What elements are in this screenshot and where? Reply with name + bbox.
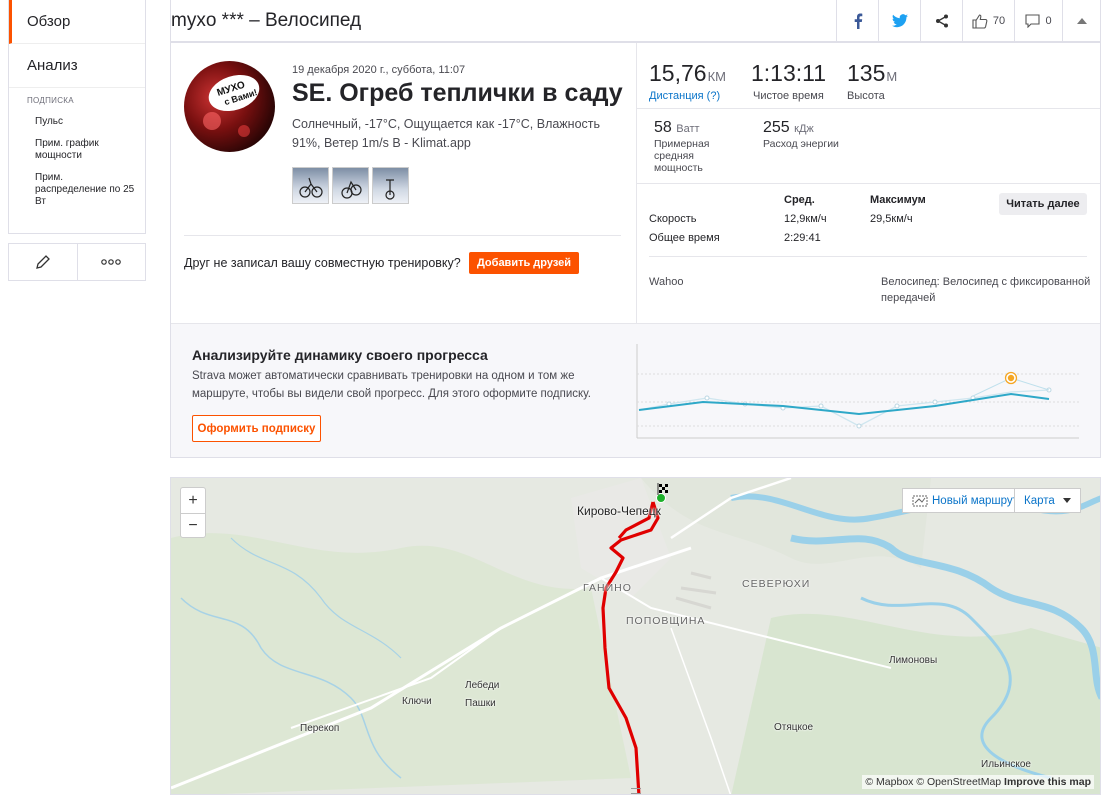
map-attribution: © Mapbox © OpenStreetMap Improve this ma… bbox=[862, 775, 1094, 789]
table-row-avg: 12,9км/ч bbox=[784, 213, 827, 225]
new-route-button[interactable]: Новый маршрут bbox=[902, 488, 1028, 513]
twitter-icon bbox=[891, 14, 908, 28]
zoom-out-button[interactable]: − bbox=[181, 513, 205, 538]
attribution-osm[interactable]: © OpenStreetMap bbox=[916, 776, 1001, 788]
map-type-select[interactable]: Карта bbox=[1014, 488, 1081, 513]
collapse-button[interactable] bbox=[1062, 0, 1101, 42]
facebook-icon bbox=[854, 13, 862, 29]
map-label-severyukhi: СЕВЕРЮХИ bbox=[742, 578, 811, 590]
sidebar-actions bbox=[8, 243, 146, 281]
twitter-share-button[interactable] bbox=[878, 0, 920, 42]
map-label-ilinskoe: Ильинское bbox=[981, 759, 1031, 770]
map-label-povoshchina: ПОПОВЩИНА bbox=[626, 615, 706, 627]
device-name: Wahoo bbox=[649, 276, 684, 288]
share-button[interactable] bbox=[920, 0, 962, 42]
stat-elevation-label: Высота bbox=[847, 90, 885, 102]
read-more-button[interactable]: Читать далее bbox=[999, 193, 1087, 215]
comment-icon bbox=[1025, 14, 1040, 28]
zoom-in-button[interactable]: + bbox=[181, 488, 205, 513]
divider bbox=[636, 108, 1100, 109]
map-label-pashki: Пашки bbox=[465, 698, 496, 709]
subscribe-button[interactable]: Оформить подписку bbox=[192, 415, 321, 442]
table-header-avg: Сред. bbox=[784, 194, 815, 206]
photo-thumbnail[interactable] bbox=[292, 167, 329, 204]
stat-moving-time: 1:13:11 bbox=[751, 60, 827, 86]
table-row-avg: 2:29:41 bbox=[784, 232, 821, 244]
map-label-ganino: ГАНИНО bbox=[583, 582, 632, 594]
activity-summary-card: МУХО с Вами! 19 декабря 2020 г., суббота… bbox=[170, 42, 1101, 458]
comments-count: 0 bbox=[1045, 15, 1052, 27]
activity-type: Велосипед bbox=[264, 10, 362, 31]
table-row-max: 29,5км/ч bbox=[870, 213, 913, 225]
thumbs-up-icon bbox=[972, 13, 988, 29]
stat-power-label: Примерная средняя мощность bbox=[654, 138, 710, 174]
kudos-count: 70 bbox=[992, 15, 1006, 27]
stat-energy: 255 кДж bbox=[763, 119, 814, 136]
title-separator: – bbox=[243, 10, 265, 31]
map-label-lebedi: Лебеди bbox=[465, 680, 500, 691]
zoom-controls: + − bbox=[180, 487, 206, 538]
share-icon bbox=[935, 14, 948, 28]
stat-power: 58 Ватт bbox=[654, 119, 700, 136]
route-line bbox=[601, 501, 660, 794]
activity-title: SE. Огреб теплички в саду bbox=[292, 79, 623, 107]
promo-title: Анализируйте динамику своего прогресса bbox=[192, 347, 488, 363]
attribution-mapbox[interactable]: © Mapbox bbox=[865, 776, 913, 788]
sidebar-item-power-distribution[interactable]: Прим. распределение по 25 Вт bbox=[9, 167, 145, 213]
divider bbox=[649, 256, 1087, 257]
athlete-name[interactable]: myxo *** bbox=[171, 10, 244, 32]
map-label-limonovy: Лимоновы bbox=[889, 655, 938, 666]
activity-header: myxo *** – Велосипед 70 0 bbox=[170, 0, 1101, 42]
stat-distance: 15,76км bbox=[649, 60, 726, 86]
facebook-share-button[interactable] bbox=[836, 0, 878, 42]
divider bbox=[636, 183, 1100, 184]
table-header-max: Максимум bbox=[870, 194, 926, 206]
pencil-icon bbox=[35, 255, 50, 269]
divider bbox=[184, 235, 621, 236]
map-label-otyatskoe: Отяцкое bbox=[774, 722, 814, 733]
route-map[interactable]: + − Новый маршрут Карта Кирово-Чепецк ГА… bbox=[170, 477, 1101, 795]
progress-trend-chart bbox=[636, 344, 1079, 439]
activity-date: 19 декабря 2020 г., суббота, 11:07 bbox=[292, 64, 466, 76]
photo-thumbnail[interactable] bbox=[372, 167, 409, 204]
sidebar-item-heart-rate[interactable]: Пульс bbox=[9, 111, 145, 133]
kudos-button[interactable]: 70 bbox=[962, 0, 1014, 42]
progress-promo: Анализируйте динамику своего прогресса S… bbox=[171, 323, 1100, 457]
tab-analysis[interactable]: Анализ bbox=[9, 44, 145, 88]
route-icon bbox=[912, 495, 928, 506]
sidebar: Обзор Анализ ПОДПИСКА Пульс Прим. график… bbox=[8, 0, 146, 234]
stat-distance-label[interactable]: Дистанция (?) bbox=[649, 90, 720, 102]
stat-energy-label: Расход энергии bbox=[763, 138, 839, 150]
more-icon bbox=[101, 259, 122, 265]
photo-thumbnail[interactable] bbox=[332, 167, 369, 204]
stat-elevation: 135м bbox=[847, 60, 898, 86]
bike-name: Велосипед: Велосипед с фиксированной пер… bbox=[881, 276, 1091, 304]
sidebar-item-power-curve[interactable]: Прим. график мощности bbox=[9, 133, 145, 167]
tab-overview[interactable]: Обзор bbox=[9, 0, 145, 44]
finish-flag-icon bbox=[657, 483, 668, 495]
map-label-klyuchi: Ключи bbox=[402, 696, 432, 707]
caret-up-icon bbox=[1077, 18, 1087, 24]
page-title: myxo *** – Велосипед bbox=[171, 0, 361, 42]
improve-map-link[interactable]: Improve this map bbox=[1004, 776, 1091, 788]
map-label-perekop: Перекоп bbox=[300, 723, 340, 734]
stat-moving-time-label: Чистое время bbox=[753, 90, 824, 102]
table-row-label: Скорость bbox=[649, 213, 697, 225]
table-row-label: Общее время bbox=[649, 232, 720, 244]
add-friends-button[interactable]: Добавить друзей bbox=[469, 252, 579, 274]
map-label-kirovo: Кирово-Чепецк bbox=[577, 504, 661, 518]
edit-button[interactable] bbox=[9, 244, 77, 280]
promo-text: Strava может автоматически сравнивать тр… bbox=[192, 370, 591, 400]
athlete-avatar[interactable]: МУХО с Вами! bbox=[184, 61, 275, 152]
subscription-header: ПОДПИСКА bbox=[27, 96, 74, 105]
chevron-down-icon bbox=[1063, 498, 1071, 503]
comments-button[interactable]: 0 bbox=[1014, 0, 1062, 42]
map-resize-handle[interactable] bbox=[631, 788, 641, 794]
friend-prompt: Друг не записал вашу совместную трениров… bbox=[184, 256, 461, 270]
activity-description: Солнечный, -17°C, Ощущается как -17°C, В… bbox=[292, 117, 601, 150]
avatar-image: МУХО с Вами! bbox=[203, 74, 260, 137]
more-button[interactable] bbox=[76, 244, 146, 280]
